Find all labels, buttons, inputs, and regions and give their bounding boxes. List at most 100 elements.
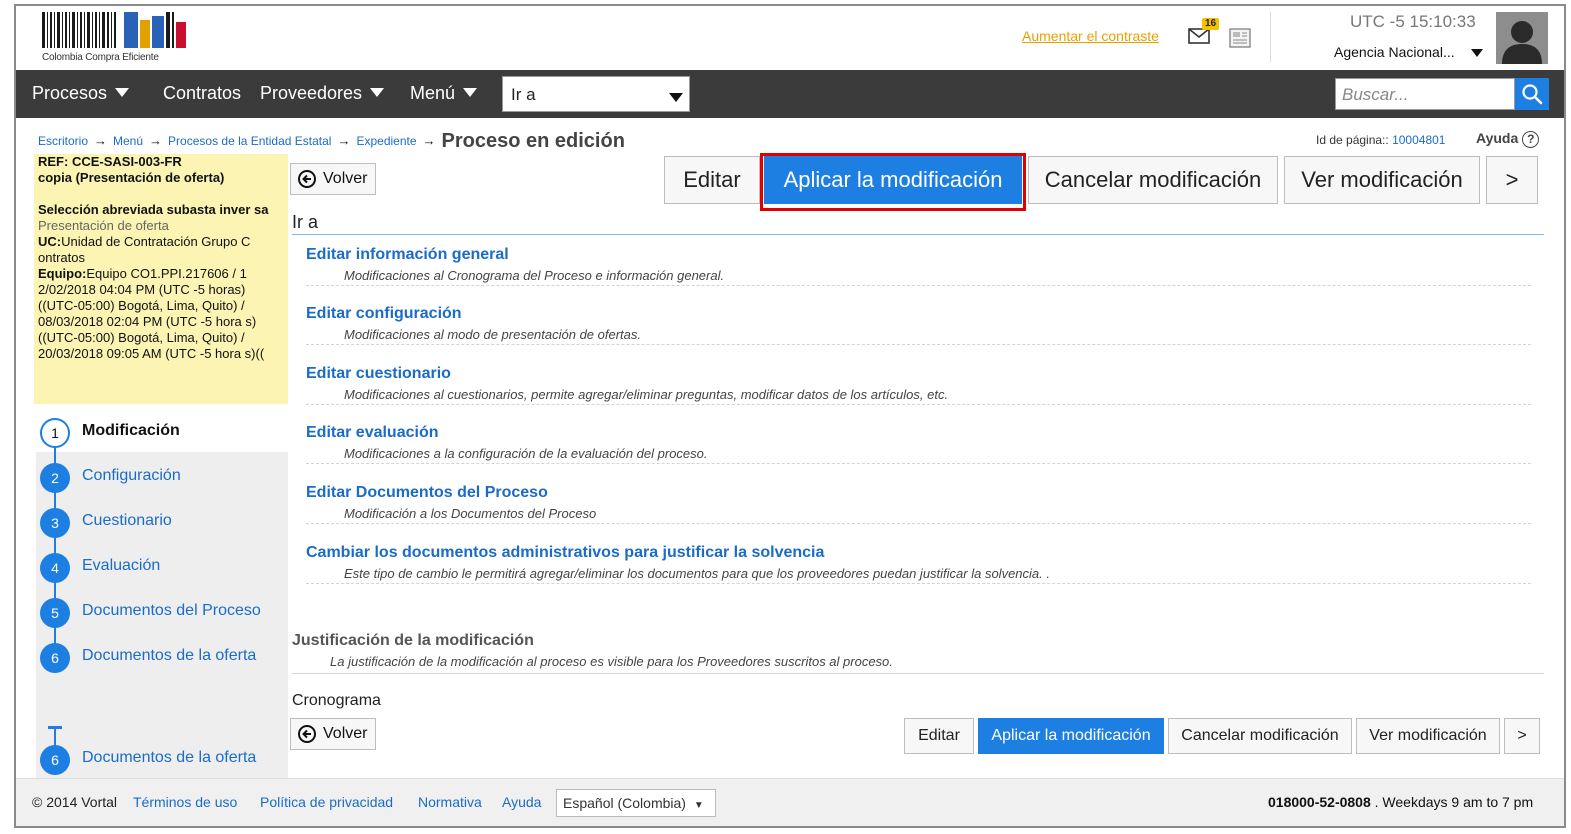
breadcrumb-menu[interactable]: Menú <box>113 134 143 148</box>
process-uc: UC:Unidad de Contratación Grupo C ontrat… <box>38 234 284 266</box>
nav-menu-label: Menú <box>410 83 456 103</box>
app-window: Colombia Compra Eficiente Aumentar el co… <box>14 4 1566 828</box>
logo-text: Colombia Compra Eficiente <box>42 52 159 63</box>
logo[interactable]: Colombia Compra Eficiente <box>42 12 192 64</box>
step-label: Evaluación <box>82 557 161 574</box>
change-solvency-documents-link[interactable]: Cambiar los documentos administrativos p… <box>306 544 1531 562</box>
breadcrumb-expediente[interactable]: Expediente <box>356 134 416 148</box>
entry-description: Modificaciones al cuestionarios, permite… <box>344 387 949 402</box>
search-icon <box>1522 84 1543 105</box>
section-title: Ir a <box>292 212 319 232</box>
nav-contratos[interactable]: Contratos <box>163 83 241 104</box>
step-evaluacion[interactable]: 4 Evaluación <box>40 547 286 587</box>
step-number: 5 <box>40 598 70 628</box>
nav-contratos-label: Contratos <box>163 83 242 103</box>
nav-proveedores[interactable]: Proveedores <box>260 83 385 104</box>
cancel-modification-button-bottom[interactable]: Cancelar modificación <box>1168 718 1352 754</box>
arrow-right-icon: → <box>94 133 108 148</box>
breadcrumb-escritorio[interactable]: Escritorio <box>38 134 88 148</box>
edit-configuration-link[interactable]: Editar configuración <box>306 305 1531 323</box>
edit-evaluation-link[interactable]: Editar evaluación <box>306 424 1531 442</box>
process-type: Selección abreviada subasta inver sa <box>38 202 269 217</box>
brand-bar: Colombia Compra Eficiente Aumentar el co… <box>16 6 1564 70</box>
terms-link[interactable]: Términos de uso <box>133 794 237 810</box>
entry-description: Modificación a los Documentos del Proces… <box>344 506 597 521</box>
step-documentos-oferta-bottom[interactable]: 6 Documentos de la oferta <box>40 739 286 779</box>
entry-configuration: Editar configuración Modificaciones al m… <box>306 305 1531 345</box>
step-number: 4 <box>40 553 70 583</box>
help-link[interactable]: Ayuda? <box>1476 130 1540 148</box>
edit-button[interactable]: Editar <box>664 156 760 204</box>
step-configuracion[interactable]: 2 Configuración <box>40 457 286 497</box>
agency-chevron-down-icon[interactable] <box>1471 49 1483 57</box>
footer: © 2014 Vortal Términos de uso Política d… <box>16 778 1564 826</box>
search-input[interactable]: Buscar... <box>1335 78 1515 110</box>
arrow-right-icon: → <box>422 133 436 148</box>
step-label: Modificación <box>82 422 180 439</box>
team-label: Equipo: <box>38 266 87 281</box>
view-modification-button[interactable]: Ver modificación <box>1284 156 1480 204</box>
edit-questionnaire-link[interactable]: Editar cuestionario <box>306 365 1531 383</box>
step-modificacion[interactable]: 1 Modificación <box>40 412 286 452</box>
page-id-label: Id de página:: <box>1316 133 1389 147</box>
process-ref: REF: CCE-SASI-003-FR <box>38 154 182 169</box>
support-phone: 018000-52-0808 . Weekdays 9 am to 7 pm <box>1268 794 1533 810</box>
justification-description: La justificación de la modificación al p… <box>330 654 893 669</box>
clock-time: 15:10:33 <box>1409 12 1476 31</box>
back-button-label: Volver <box>323 170 368 187</box>
entry-description: Este tipo de cambio le permitirá agregar… <box>344 566 1050 581</box>
next-button[interactable]: > <box>1486 156 1538 204</box>
chevron-down-icon: ▼ <box>693 800 704 811</box>
process-phase: Presentación de oferta <box>38 218 169 233</box>
entry-description: Modificaciones al modo de presentación d… <box>344 327 642 342</box>
user-avatar[interactable] <box>1496 12 1548 64</box>
step-documentos-proceso[interactable]: 5 Documentos del Proceso <box>40 592 286 632</box>
support-hours: . Weekdays 9 am to 7 pm <box>1374 794 1534 810</box>
mail-icon[interactable] <box>1188 28 1210 44</box>
entry-description: Modificaciones a la configuración de la … <box>344 446 708 461</box>
step-documentos-oferta[interactable]: 6 Documentos de la oferta <box>40 637 286 677</box>
clock-timezone: UTC -5 <box>1350 12 1405 31</box>
news-icon[interactable] <box>1229 28 1251 48</box>
uc-label: UC: <box>38 234 62 249</box>
nav-proveedores-label: Proveedores <box>260 83 363 103</box>
search-button[interactable] <box>1515 78 1549 110</box>
rules-link[interactable]: Normativa <box>418 794 482 810</box>
cancel-modification-button[interactable]: Cancelar modificación <box>1028 156 1278 204</box>
question-icon: ? <box>1522 131 1540 148</box>
footer-help-link[interactable]: Ayuda <box>502 794 541 810</box>
apply-modification-button-bottom[interactable]: Aplicar la modificación <box>978 718 1164 754</box>
page-id: Id de página:: 10004801 <box>1316 133 1445 147</box>
help-label: Ayuda <box>1476 130 1519 146</box>
next-button-bottom[interactable]: > <box>1504 718 1540 754</box>
edit-general-info-link[interactable]: Editar información general <box>306 246 1531 264</box>
language-select[interactable]: Español (Colombia) ▼ <box>556 789 716 817</box>
edit-button-bottom[interactable]: Editar <box>904 718 974 754</box>
entry-process-documents: Editar Documentos del Proceso Modificaci… <box>306 484 1531 524</box>
back-button[interactable]: Volver <box>290 163 377 195</box>
back-button-bottom[interactable]: Volver <box>290 718 377 750</box>
agency-selector[interactable]: Agencia Nacional... <box>1334 44 1455 60</box>
process-team: Equipo:Equipo CO1.PPI.217606 / 1 2/02/20… <box>38 266 284 362</box>
nav-procesos[interactable]: Procesos <box>32 83 130 104</box>
page-id-value[interactable]: 10004801 <box>1392 133 1445 147</box>
arrow-right-icon: → <box>337 133 351 148</box>
process-info-box: REF: CCE-SASI-003-FR copia (Presentación… <box>34 154 288 404</box>
barcode-logo-icon <box>42 12 192 50</box>
privacy-link[interactable]: Política de privacidad <box>260 794 393 810</box>
entry-solvency-documents: Cambiar los documentos administrativos p… <box>306 544 1531 584</box>
view-modification-button-bottom[interactable]: Ver modificación <box>1356 718 1500 754</box>
step-label: Documentos de la oferta <box>82 749 257 766</box>
step-number: 2 <box>40 463 70 493</box>
apply-button-highlight <box>760 153 1026 211</box>
breadcrumb: Escritorio → Menú → Procesos de la Entidad E… <box>38 130 625 153</box>
section-divider <box>292 234 1544 235</box>
justification-title: Justificación de la modificación <box>292 632 534 649</box>
nav-menu[interactable]: Menú <box>410 83 478 104</box>
nav-procesos-label: Procesos <box>32 83 108 103</box>
edit-process-documents-link[interactable]: Editar Documentos del Proceso <box>306 484 1531 502</box>
goto-select[interactable]: Ir a <box>502 76 690 112</box>
breadcrumb-procesos[interactable]: Procesos de la Entidad Estatal <box>168 134 331 148</box>
step-cuestionario[interactable]: 3 Cuestionario <box>40 502 286 542</box>
increase-contrast-link[interactable]: Aumentar el contraste <box>1022 28 1159 44</box>
